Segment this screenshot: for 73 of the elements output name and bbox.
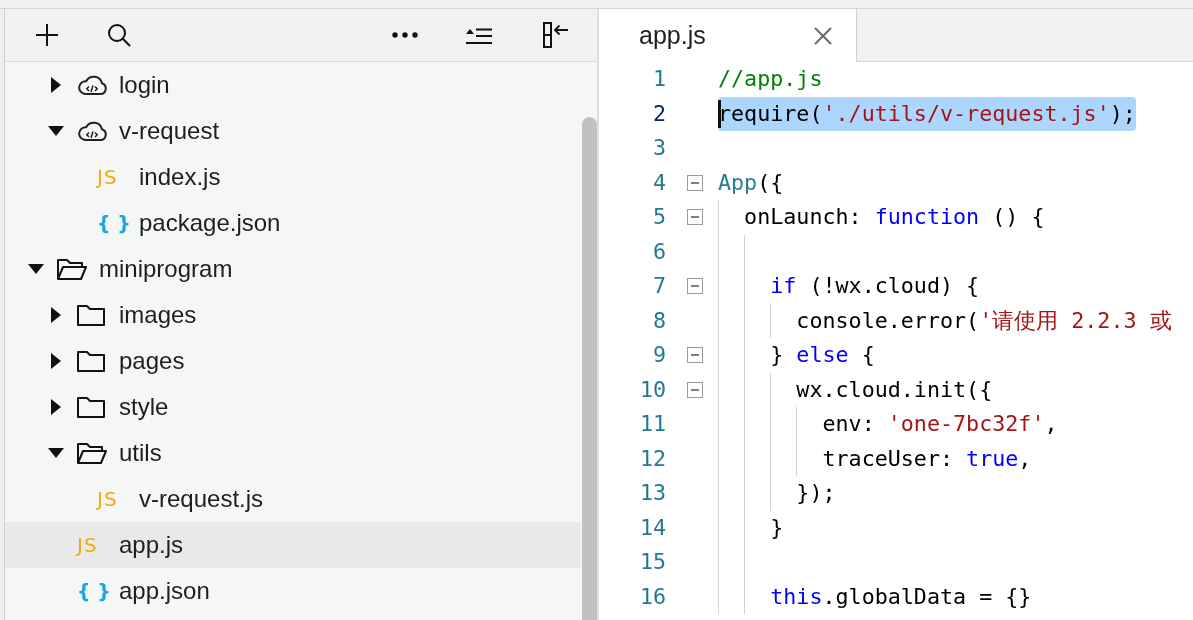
tree-item[interactable]: { } app.json xyxy=(5,568,581,614)
line-number: 11 xyxy=(638,410,666,438)
line-number: 7 xyxy=(651,272,666,300)
tree-item[interactable]: images xyxy=(5,292,581,338)
line-number: 12 xyxy=(638,444,666,473)
caret-down-icon[interactable] xyxy=(48,125,64,137)
text-cursor xyxy=(718,99,721,128)
caret-right-icon[interactable] xyxy=(50,353,62,369)
line-number: 3 xyxy=(651,134,666,162)
caret-down-icon[interactable] xyxy=(28,263,44,275)
caret-right-icon[interactable] xyxy=(50,77,62,93)
code-line: if (!wx.cloud) { xyxy=(769,272,980,300)
panel-arrow-left-icon[interactable] xyxy=(543,22,569,48)
code-line: env: 'one-7bc32f', xyxy=(821,410,1058,438)
code-line: } else { xyxy=(769,341,875,369)
plus-icon[interactable] xyxy=(35,23,59,47)
folder-icon xyxy=(77,304,105,326)
json-file-icon: { } xyxy=(97,212,131,234)
line-number: 10 xyxy=(638,375,666,404)
fold-minus-icon[interactable] xyxy=(687,381,703,398)
line-number: 16 xyxy=(638,582,666,611)
code-line: wx.cloud.init({ xyxy=(795,375,993,404)
code-line: //app.js xyxy=(718,65,823,93)
tree-item[interactable]: JS index.js xyxy=(5,154,581,200)
open-folder-icon xyxy=(77,442,107,464)
js-file-icon: JS xyxy=(77,534,98,556)
tree-item[interactable]: pages xyxy=(5,338,581,384)
close-icon[interactable] xyxy=(814,26,832,45)
code-line: onLaunch: function () { xyxy=(743,203,1045,231)
line-number: 2 xyxy=(651,99,666,128)
line-number: 14 xyxy=(638,513,666,542)
js-file-icon: JS xyxy=(97,488,118,510)
line-number: 5 xyxy=(651,203,666,231)
fold-minus-icon[interactable] xyxy=(687,278,703,295)
line-number: 13 xyxy=(638,479,666,507)
line-number: 9 xyxy=(651,341,666,369)
fold-minus-icon[interactable] xyxy=(687,347,703,364)
collapse-all-icon[interactable] xyxy=(466,27,492,44)
cloud-code-icon xyxy=(77,120,107,142)
code-line: traceUser: true, xyxy=(821,444,1032,473)
code-line: this.globalData = {} xyxy=(769,582,1032,611)
tree-item[interactable]: style xyxy=(5,384,581,430)
caret-right-icon[interactable] xyxy=(50,307,62,323)
caret-down-icon[interactable] xyxy=(48,447,64,459)
tree-item[interactable]: { } package.json xyxy=(5,200,581,246)
cloud-code-icon xyxy=(77,74,107,96)
file-tab[interactable]: app.js xyxy=(599,9,857,62)
code-line: console.error('请使用 2.2.3 或 xyxy=(795,306,1172,335)
tree-item[interactable]: v-request xyxy=(5,108,581,154)
line-number: 6 xyxy=(651,237,666,266)
js-file-icon: JS xyxy=(97,166,118,188)
json-file-icon: { } xyxy=(77,580,111,602)
line-number: 8 xyxy=(651,306,666,335)
folder-icon xyxy=(77,350,105,372)
caret-right-icon[interactable] xyxy=(50,399,62,415)
code-line: } xyxy=(769,513,784,542)
tree-item[interactable]: login xyxy=(5,62,581,108)
line-number: 1 xyxy=(651,65,666,93)
folder-icon xyxy=(77,396,105,418)
tree-item[interactable]: miniprogram xyxy=(5,246,581,292)
tree-item[interactable]: JS v-request.js xyxy=(5,476,581,522)
scrollbar-thumb[interactable] xyxy=(582,117,597,620)
fold-minus-icon[interactable] xyxy=(687,209,703,226)
code-line: }); xyxy=(795,479,836,507)
more-icon[interactable] xyxy=(392,32,418,38)
open-folder-icon xyxy=(57,258,87,280)
fold-minus-icon[interactable] xyxy=(687,174,703,191)
line-number: 4 xyxy=(651,168,666,197)
tree-item[interactable]: JS app.js xyxy=(5,522,581,568)
search-icon[interactable] xyxy=(107,23,131,47)
tree-item[interactable]: utils xyxy=(5,430,581,476)
line-number: 15 xyxy=(638,548,666,576)
code-line: App({ xyxy=(718,168,784,197)
